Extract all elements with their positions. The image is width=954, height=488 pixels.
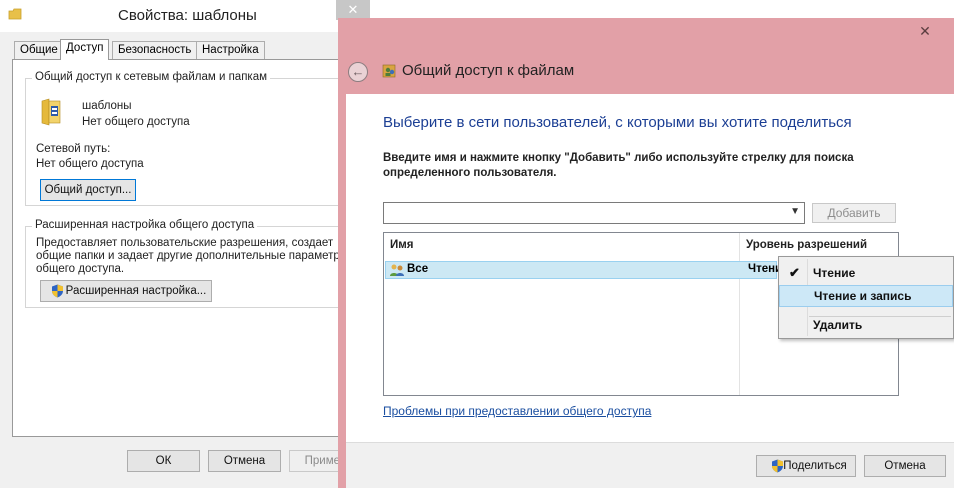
share-users-icon <box>382 64 396 78</box>
share-button[interactable]: Общий доступ... <box>40 179 136 201</box>
dialog-footer: Поделиться Отмена <box>346 442 954 488</box>
users-group-icon <box>390 264 404 276</box>
menu-item-label: Удалить <box>813 318 863 332</box>
chevron-down-icon[interactable]: ▼ <box>790 206 800 217</box>
main-heading: Выберите в сети пользователей, с которым… <box>383 114 852 131</box>
menu-item-read[interactable]: ✔ Чтение <box>779 262 953 284</box>
menu-item-label: Чтение <box>813 266 856 280</box>
tab-security[interactable]: Безопасность <box>112 41 198 59</box>
share-submit-label: Поделиться <box>783 460 847 472</box>
tab-general[interactable]: Общие <box>14 41 64 59</box>
advanced-description-line: Предоставляет пользовательские разрешени… <box>36 237 334 249</box>
permission-context-menu: ✔ Чтение Чтение и запись Удалить <box>778 256 954 339</box>
column-divider[interactable] <box>739 233 740 395</box>
advanced-sharing-group: Расширенная настройка общего доступа Пре… <box>25 219 355 308</box>
network-path-label: Сетевой путь: <box>36 143 111 155</box>
add-button[interactable]: Добавить <box>812 203 896 223</box>
tab-customize[interactable]: Настройка <box>196 41 265 59</box>
back-arrow-icon[interactable]: ← <box>348 62 368 82</box>
advanced-description-line: общего доступа. <box>36 263 125 275</box>
uac-shield-icon <box>52 284 63 298</box>
cancel-button[interactable]: Отмена <box>208 450 281 472</box>
group-title: Общий доступ к сетевым файлам и папкам <box>32 71 271 83</box>
window-title: Свойства: шаблоны <box>118 7 257 24</box>
menu-item-remove[interactable]: Удалить <box>779 314 953 336</box>
advanced-sharing-label: Расширенная настройка... <box>65 285 207 297</box>
row-user-name: Все <box>407 263 429 275</box>
dialog-header: ← Общий доступ к файлам <box>338 54 954 90</box>
dialog-close-button[interactable]: ✕ <box>908 18 942 44</box>
user-name-combobox[interactable]: ▼ <box>383 202 805 224</box>
file-sharing-dialog: ✕ ← Общий доступ к файлам Выберите в сет… <box>338 18 954 488</box>
sharing-tab-panel: Общий доступ к сетевым файлам и папкам ш… <box>12 59 366 437</box>
network-sharing-group: Общий доступ к сетевым файлам и папкам ш… <box>25 71 355 206</box>
folder-share-status: Нет общего доступа <box>82 116 190 128</box>
instruction-text: Введите имя и нажмите кнопку "Добавить" … <box>383 152 854 179</box>
folder-icon <box>8 8 22 20</box>
shared-folder-icon <box>41 98 61 126</box>
ok-button[interactable]: ОК <box>127 450 200 472</box>
column-header-name[interactable]: Имя <box>384 233 413 257</box>
advanced-sharing-button[interactable]: Расширенная настройка... <box>40 280 212 302</box>
menu-item-label: Чтение и запись <box>814 289 912 303</box>
sharing-troubleshoot-link[interactable]: Проблемы при предоставлении общего досту… <box>383 404 651 418</box>
dialog-cancel-button[interactable]: Отмена <box>864 455 946 477</box>
group-title: Расширенная настройка общего доступа <box>32 219 258 231</box>
properties-window: Свойства: шаблоны ✕ Общие Доступ Безопас… <box>0 0 378 488</box>
share-submit-button[interactable]: Поделиться <box>756 455 856 477</box>
advanced-description-line: общие папки и задает другие дополнительн… <box>36 250 349 262</box>
column-header-permission[interactable]: Уровень разрешений <box>740 233 867 257</box>
network-path-value: Нет общего доступа <box>36 158 144 170</box>
checkmark-icon: ✔ <box>789 265 800 280</box>
close-button[interactable]: ✕ <box>336 0 370 20</box>
folder-name: шаблоны <box>82 100 132 112</box>
dialog-title: Общий доступ к файлам <box>402 62 575 79</box>
uac-shield-icon <box>772 459 783 473</box>
menu-item-read-write[interactable]: Чтение и запись <box>779 285 953 307</box>
properties-titlebar: Свойства: шаблоны ✕ <box>0 0 378 32</box>
row-permission-level[interactable]: Чтение <box>748 263 778 275</box>
tab-sharing[interactable]: Доступ <box>60 39 110 60</box>
table-row[interactable]: Все Чтение <box>385 261 778 279</box>
